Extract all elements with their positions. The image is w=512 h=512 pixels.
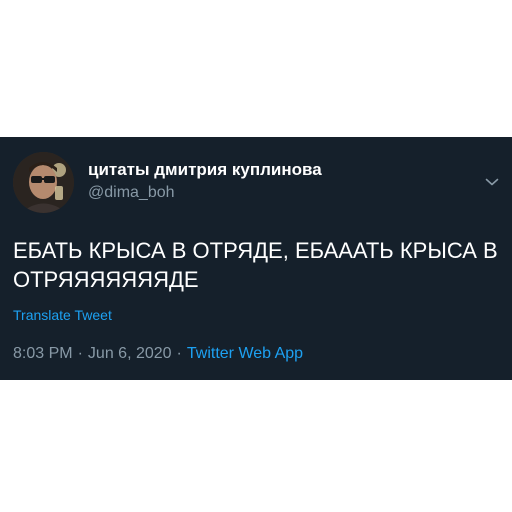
tweet-source-link[interactable]: Twitter Web App bbox=[187, 345, 303, 362]
tweet-card: цитаты дмитрия куплинова @dima_boh ЕБАТЬ… bbox=[0, 137, 512, 380]
meta-separator: · bbox=[77, 345, 83, 362]
meta-separator: · bbox=[176, 345, 182, 362]
tweet-date[interactable]: Jun 6, 2020 bbox=[88, 345, 172, 362]
avatar-photo bbox=[13, 152, 74, 213]
tweet-time[interactable]: 8:03 PM bbox=[13, 345, 73, 362]
avatar[interactable] bbox=[13, 152, 74, 213]
author-handle[interactable]: @dima_boh bbox=[88, 183, 175, 203]
tweet-meta: 8:03 PM · Jun 6, 2020 · Twitter Web App bbox=[13, 344, 303, 364]
tweet-text: ЕБАТЬ КРЫСА В ОТРЯДЕ, ЕБАААТЬ КРЫСА В ОТ… bbox=[13, 238, 498, 292]
translate-tweet-link[interactable]: Translate Tweet bbox=[13, 306, 112, 324]
chevron-down-icon[interactable] bbox=[482, 172, 502, 192]
author-display-name[interactable]: цитаты дмитрия куплинова bbox=[88, 160, 322, 180]
